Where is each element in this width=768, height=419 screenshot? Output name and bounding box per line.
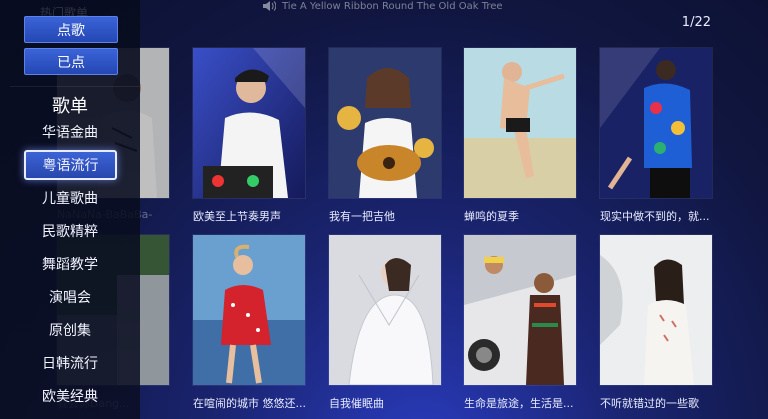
playlist-cover [329, 48, 441, 198]
playlist-cover [600, 48, 712, 198]
section-title: 歌单 [52, 96, 88, 117]
category-item[interactable]: 舞蹈教学 [0, 249, 140, 279]
playlist-title: 生命是旅途，生活是... [464, 397, 574, 410]
sidebar: 热门歌单 点歌 已点 歌单 华语金曲 粤语流行 儿童歌曲 民歌精粹 舞蹈教学 演… [0, 0, 140, 419]
playlist-cover [193, 235, 305, 385]
category-item[interactable]: 儿童歌曲 [0, 183, 140, 213]
playlist-title: 蝉鸣的夏季 [464, 210, 519, 223]
category-item[interactable]: 演唱会 [0, 282, 140, 312]
category-item[interactable]: 华语金曲 [0, 117, 140, 147]
playlist-title: 不听就错过的一些歌 [600, 397, 699, 410]
requested-songs-button[interactable]: 已点 [24, 48, 118, 75]
playlist-title: 我有一把吉他 [329, 210, 395, 223]
playlist-cover [464, 48, 576, 198]
playlist-title: 自我催眠曲 [329, 397, 384, 410]
sidebar-divider [10, 86, 140, 87]
playlist-title: 现实中做不到的，就... [600, 210, 710, 223]
song-request-button[interactable]: 点歌 [24, 16, 118, 43]
playlist-cover [600, 235, 712, 385]
playlist-cover [329, 235, 441, 385]
playlist-title: 在喧闹的城市 悠悠还... [193, 397, 306, 410]
playlist-cover [193, 48, 305, 198]
playlist-title: 欧美至上节奏男声 [193, 210, 281, 223]
category-item[interactable]: 欧美经典 [0, 381, 140, 411]
category-item[interactable]: 民歌精粹 [0, 216, 140, 246]
category-item[interactable]: 日韩流行 [0, 348, 140, 378]
playlist-cover [464, 235, 576, 385]
category-item-active[interactable]: 粤语流行 [24, 150, 117, 180]
category-item[interactable]: 原创集 [0, 315, 140, 345]
